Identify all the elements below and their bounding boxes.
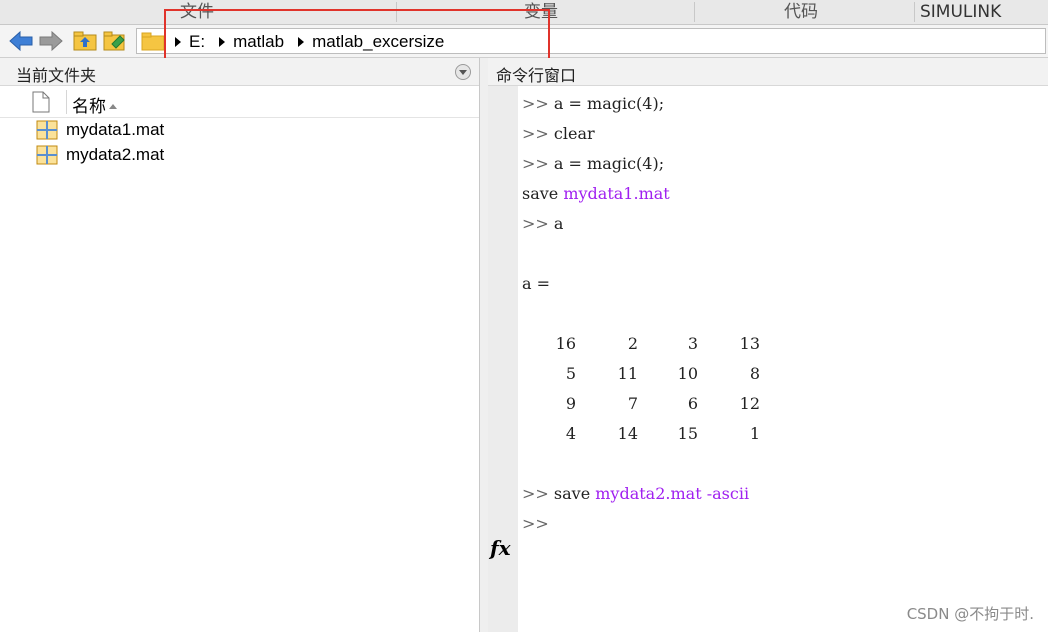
current-folder-title: 当前文件夹 <box>16 66 97 85</box>
matrix-cell: 7 <box>627 394 638 413</box>
sort-ascending-icon <box>109 104 117 109</box>
column-header: 名称 <box>0 86 479 118</box>
matrix-cell: 12 <box>739 394 760 413</box>
command-line: >> a <box>522 209 563 239</box>
ribbon-section-simulink[interactable]: SIMULINK <box>920 0 1001 24</box>
matrix-cell: 5 <box>565 364 576 383</box>
mat-file-icon <box>36 145 58 165</box>
command-text: a = magic(4); <box>553 94 665 113</box>
fx-function-icon[interactable]: fx <box>490 536 511 560</box>
matrix-cell: 10 <box>677 364 698 383</box>
command-line: >> a = magic(4); <box>522 89 664 119</box>
file-item[interactable]: mydata1.mat <box>36 118 164 142</box>
ribbon-section-file[interactable]: 文件 <box>180 0 214 24</box>
matrix-cell: 13 <box>739 334 760 353</box>
breadcrumb-arrow-icon[interactable] <box>175 37 181 47</box>
file-type-icon[interactable] <box>32 91 50 113</box>
matrix-cell: 16 <box>555 334 576 353</box>
command-text: clear <box>553 124 595 143</box>
command-argument: mydata2.mat -ascii <box>595 484 750 503</box>
command-window-panel: 命令行窗口 fx >> a = magic(4); >> clear >> a … <box>488 58 1048 632</box>
command-prompt-line: >> <box>522 509 549 539</box>
matrix-cell: 3 <box>687 334 698 353</box>
navigation-toolbar: E: matlab matlab_excersize <box>0 25 1048 58</box>
command-line: >> clear <box>522 119 595 149</box>
breadcrumb: E: matlab matlab_excersize <box>175 29 458 55</box>
prompt-symbol: >> <box>522 154 549 173</box>
address-bar[interactable]: E: matlab matlab_excersize <box>136 28 1046 54</box>
output-line: a = <box>522 269 550 299</box>
ribbon-divider <box>914 2 915 22</box>
panel-menu-icon[interactable] <box>455 64 471 80</box>
matrix-cell: 9 <box>565 394 576 413</box>
up-folder-icon[interactable] <box>72 29 98 53</box>
prompt-symbol: >> <box>522 214 549 233</box>
prompt-symbol: >> <box>522 124 549 143</box>
mat-file-icon <box>36 120 58 140</box>
matrix-cell: 1 <box>749 424 760 443</box>
ribbon-section-code[interactable]: 代码 <box>784 0 818 24</box>
folder-icon <box>141 32 165 51</box>
forward-arrow-icon[interactable] <box>38 29 64 53</box>
command-text: a <box>553 214 564 233</box>
command-gutter: fx <box>488 86 518 632</box>
command-line: >> save mydata2.mat -ascii <box>522 479 749 509</box>
prompt-symbol[interactable]: >> <box>522 514 549 533</box>
column-name-header[interactable]: 名称 <box>72 92 117 117</box>
ribbon-strip: 文件 变量 代码 SIMULINK <box>0 0 1048 25</box>
prompt-symbol: >> <box>522 94 549 113</box>
matrix-cell: 15 <box>677 424 698 443</box>
panel-title-bar: 命令行窗口 <box>488 58 1048 86</box>
command-window-title: 命令行窗口 <box>496 66 577 85</box>
prompt-symbol: >> <box>522 484 549 503</box>
column-name-label: 名称 <box>72 97 106 117</box>
ribbon-divider <box>694 2 695 22</box>
file-name: mydata2.mat <box>66 145 165 164</box>
browse-folder-icon[interactable] <box>102 29 128 53</box>
watermark: CSDN @不拘于时. <box>906 605 1034 623</box>
file-name: mydata1.mat <box>66 120 165 139</box>
matrix-cell: 11 <box>617 364 638 383</box>
command-line: >> a = magic(4); <box>522 149 664 179</box>
current-folder-panel: 当前文件夹 名称 mydata1.mat mydata2.mat <box>0 58 480 632</box>
panel-splitter[interactable] <box>480 58 488 632</box>
matrix-cell: 2 <box>627 334 638 353</box>
breadcrumb-matlab-excersize[interactable]: matlab_excersize <box>312 32 444 52</box>
breadcrumb-drive[interactable]: E: <box>189 32 205 52</box>
command-argument: mydata1.mat <box>563 184 670 203</box>
file-item[interactable]: mydata2.mat <box>36 143 164 167</box>
breadcrumb-arrow-icon[interactable] <box>219 37 226 47</box>
matrix-cell: 4 <box>565 424 576 443</box>
command-text: save <box>522 184 564 203</box>
matrix-cell: 6 <box>687 394 698 413</box>
back-arrow-icon[interactable] <box>8 29 34 53</box>
command-text: a = magic(4); <box>553 154 665 173</box>
command-text: save <box>553 484 596 503</box>
breadcrumb-arrow-icon[interactable] <box>298 37 305 47</box>
ribbon-section-variable[interactable]: 变量 <box>524 0 558 24</box>
output-text: a = <box>522 274 551 293</box>
panel-title-bar: 当前文件夹 <box>0 58 479 86</box>
breadcrumb-matlab[interactable]: matlab <box>233 32 284 52</box>
command-line: save mydata1.mat <box>522 179 670 209</box>
ribbon-divider <box>396 2 397 22</box>
column-divider[interactable] <box>66 90 67 114</box>
matrix-cell: 14 <box>617 424 638 443</box>
matrix-output: 16 2 3 13 5 11 10 8 9 7 6 12 4 14 15 1 <box>522 329 782 449</box>
matrix-cell: 8 <box>749 364 760 383</box>
